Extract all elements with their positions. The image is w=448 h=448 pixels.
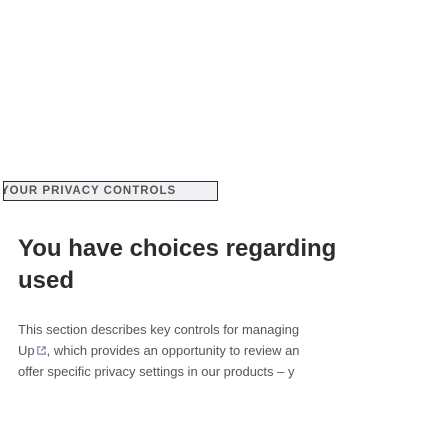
section-description: This section describes key controls for … [18, 319, 448, 382]
section-heading: You have choices regarding used [18, 233, 448, 297]
heading-line-1: You have choices regarding [18, 235, 337, 262]
external-link-icon [36, 345, 47, 356]
privacy-checkup-link[interactable]: Up [18, 343, 47, 358]
heading-line-2: used [18, 267, 75, 294]
description-line-2: Up , which provides an opportunity to rev… [18, 340, 448, 361]
description-line-2-rest: , which provides an opportunity to revie… [46, 343, 300, 358]
section-tag-label: YOUR PRIVACY CONTROLS [3, 185, 177, 197]
privacy-checkup-link-label: Up [18, 343, 35, 358]
section-tag: YOUR PRIVACY CONTROLS [3, 181, 218, 201]
description-line-3: offer specific privacy settings in our p… [18, 364, 295, 379]
description-line-1: This section describes key controls for … [18, 322, 300, 337]
